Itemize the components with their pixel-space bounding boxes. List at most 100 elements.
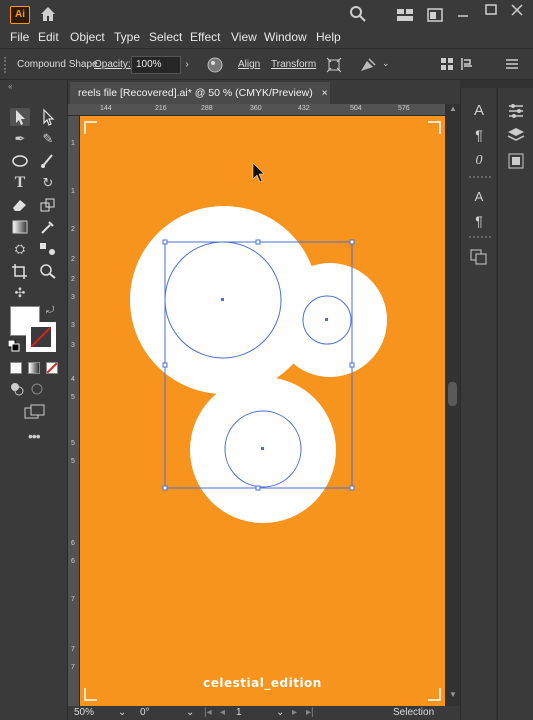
pen-tool-icon[interactable]: ✒: [10, 130, 30, 148]
inside-draw-icon[interactable]: [30, 382, 44, 396]
character-panel-icon[interactable]: A: [469, 102, 489, 120]
paragraph-panel-icon[interactable]: ¶: [469, 126, 489, 144]
ruler-tick: 2: [71, 226, 75, 233]
status-bar: 50% ⌄ 0° ⌄ |◂ ◂ 1 ⌄ ▸ ▸| Selection: [68, 706, 460, 720]
panel-menu-icon[interactable]: [505, 58, 519, 70]
last-artboard-icon[interactable]: ▸|: [306, 707, 314, 718]
menu-edit[interactable]: Edit: [38, 30, 59, 44]
menu-select[interactable]: Select: [149, 30, 182, 44]
artboard-number[interactable]: 1: [236, 707, 242, 718]
ruler-tick: 6: [71, 540, 75, 547]
curvature-tool-icon[interactable]: ✎: [38, 130, 58, 148]
vertical-ruler: 1 1 2 2 2 3 3 3 4 5 5 5 6 6 7 7 7: [68, 116, 80, 706]
none-mode-icon[interactable]: [46, 362, 58, 374]
color-mode-icon[interactable]: [10, 362, 22, 374]
layers-panel-icon[interactable]: [506, 126, 526, 144]
maximize-icon[interactable]: [485, 4, 497, 16]
ruler-tick: 7: [71, 596, 75, 603]
align-grid-icon[interactable]: [440, 57, 454, 71]
libraries-panel-icon[interactable]: [506, 152, 526, 170]
prev-artboard-icon[interactable]: ◂: [220, 707, 225, 718]
minimize-icon[interactable]: [457, 9, 469, 17]
first-artboard-icon[interactable]: |◂: [204, 707, 212, 718]
distribute-icon[interactable]: [460, 57, 476, 71]
eyedropper-tool-icon[interactable]: [38, 218, 58, 236]
menu-file[interactable]: File: [10, 30, 29, 44]
zoom-level[interactable]: 50%: [74, 707, 94, 718]
crop-artboard-tool-icon[interactable]: [10, 262, 30, 280]
gradient-tool-icon[interactable]: [10, 218, 30, 236]
character-styles-icon[interactable]: A: [469, 188, 489, 206]
draw-mode-icon[interactable]: [10, 382, 24, 396]
menu-view[interactable]: View: [231, 30, 257, 44]
eraser-tool-icon[interactable]: [10, 196, 30, 214]
swap-fill-stroke-icon[interactable]: ⤾: [46, 305, 58, 317]
blend-tool-icon[interactable]: [38, 240, 58, 258]
ruler-tick: 5: [71, 440, 75, 447]
paintbrush-tool-icon[interactable]: [38, 152, 58, 170]
ruler-tick: 6: [71, 558, 75, 565]
puppet-warp-tool-icon[interactable]: ✣: [10, 284, 30, 302]
artboard-dropdown-icon[interactable]: ⌄: [276, 707, 284, 718]
type-tool-icon[interactable]: T: [10, 174, 30, 192]
pen-options-icon[interactable]: [359, 57, 377, 73]
chevron-down-icon[interactable]: ⌄: [382, 58, 392, 70]
artboards-panel-icon[interactable]: [469, 248, 489, 266]
opacity-input[interactable]: 100%: [131, 56, 181, 74]
opacity-label[interactable]: Opacity:: [94, 59, 131, 70]
search-icon[interactable]: [349, 5, 367, 23]
zoom-tool-icon[interactable]: [38, 262, 58, 280]
document-tab[interactable]: reels file [Recovered].ai* @ 50 % (CMYK/…: [70, 82, 330, 104]
title-bar: Ai: [0, 0, 533, 28]
more-tools-icon[interactable]: •••: [28, 429, 44, 443]
ruler-tick: 216: [155, 105, 167, 112]
ruler-tick: 2: [71, 276, 75, 283]
isolate-icon[interactable]: [326, 57, 342, 73]
rotation-dropdown-icon[interactable]: ⌄: [186, 707, 194, 718]
home-icon[interactable]: [38, 4, 58, 24]
panel-collapse-arrows[interactable]: «: [8, 82, 20, 91]
scroll-down-arrow[interactable]: ▼: [449, 690, 457, 699]
next-artboard-icon[interactable]: ▸: [292, 707, 297, 718]
zoom-dropdown-icon[interactable]: ⌄: [118, 707, 126, 718]
artboard[interactable]: celestial_edition: [80, 116, 445, 706]
transform-link[interactable]: Transform: [271, 59, 316, 70]
menu-window[interactable]: Window: [264, 30, 307, 44]
paragraph-styles-icon[interactable]: ¶: [469, 212, 489, 230]
menu-object[interactable]: Object: [70, 30, 105, 44]
align-link[interactable]: Align: [238, 59, 260, 70]
shape-builder-tool-icon[interactable]: ⛭: [10, 240, 30, 258]
rotate-tool-icon[interactable]: ↻: [38, 174, 58, 192]
default-colors-icon[interactable]: [7, 339, 20, 352]
close-icon[interactable]: [511, 4, 523, 16]
ruler-tick: 360: [250, 105, 262, 112]
scroll-up-arrow[interactable]: ▲: [449, 104, 457, 113]
ellipse-tool-icon[interactable]: [10, 152, 30, 170]
scrollbar-thumb[interactable]: [448, 382, 457, 406]
horizontal-ruler: 144 216 288 360 432 504 576: [68, 104, 445, 116]
workspace-icon[interactable]: [396, 8, 414, 22]
chevron-right-icon[interactable]: ›: [181, 56, 193, 74]
properties-panel-icon[interactable]: [506, 102, 526, 120]
arrange-icon[interactable]: [427, 8, 443, 22]
rotation-value[interactable]: 0°: [140, 707, 150, 718]
menu-effect[interactable]: Effect: [190, 30, 220, 44]
ruler-tick: 7: [71, 664, 75, 671]
gradient-mode-icon[interactable]: [28, 362, 40, 374]
stroke-swatch[interactable]: [26, 322, 56, 352]
scale-tool-icon[interactable]: [38, 196, 58, 214]
mouse-cursor-icon: [252, 162, 265, 183]
menu-help[interactable]: Help: [316, 30, 341, 44]
grip-handle[interactable]: [4, 57, 8, 73]
menu-type[interactable]: Type: [114, 30, 140, 44]
screen-mode-icon[interactable]: [24, 404, 46, 420]
selection-tool-icon[interactable]: [10, 108, 30, 126]
recolor-artwork-icon[interactable]: [207, 57, 223, 73]
opentype-panel-icon[interactable]: 0: [469, 152, 489, 170]
ruler-tick: 504: [350, 105, 362, 112]
tab-close-icon[interactable]: ×: [322, 87, 328, 99]
tools-panel: « ✒ ✎ T ↻ ⛭ ✣ ⤾ •••: [0, 80, 68, 720]
direct-selection-tool-icon[interactable]: [38, 108, 58, 126]
panel-divider: [469, 236, 491, 238]
document-tab-title: reels file [Recovered].ai* @ 50 % (CMYK/…: [78, 87, 313, 99]
